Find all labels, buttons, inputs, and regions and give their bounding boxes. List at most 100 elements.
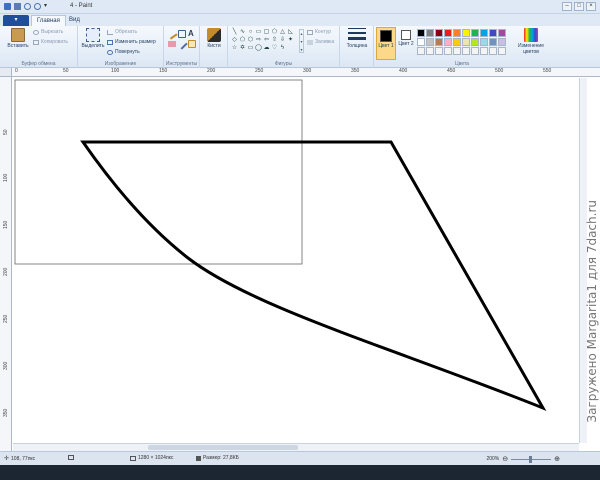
- palette-color-swatch[interactable]: [498, 29, 506, 37]
- five-point-star-shape-icon[interactable]: ☆: [231, 45, 238, 52]
- minimize-button[interactable]: –: [562, 2, 572, 11]
- oval-callout-shape-icon[interactable]: ◯: [255, 45, 262, 52]
- color1-button[interactable]: Цвет 1: [376, 27, 396, 60]
- pencil-icon[interactable]: [166, 28, 178, 40]
- color-picker-icon[interactable]: [176, 38, 188, 50]
- palette-color-swatch[interactable]: [444, 47, 452, 55]
- heart-shape-icon[interactable]: ♡: [271, 45, 278, 52]
- palette-color-swatch[interactable]: [480, 29, 488, 37]
- size-button[interactable]: Толщина: [343, 28, 371, 49]
- six-point-star-shape-icon[interactable]: ✡: [239, 45, 246, 52]
- palette-color-swatch[interactable]: [489, 47, 497, 55]
- palette-color-swatch[interactable]: [480, 38, 488, 46]
- zoom-out-button[interactable]: ⊖: [502, 455, 508, 463]
- palette-color-swatch[interactable]: [462, 47, 470, 55]
- palette-color-swatch[interactable]: [426, 38, 434, 46]
- rotate-button[interactable]: Повернуть: [107, 49, 140, 55]
- zoom-in-button[interactable]: ⊕: [554, 455, 560, 463]
- up-arrow-shape-icon[interactable]: ⇧: [271, 37, 278, 44]
- undo-icon[interactable]: [24, 3, 31, 10]
- zoom-slider[interactable]: [511, 455, 552, 463]
- text-icon[interactable]: A: [188, 30, 196, 38]
- palette-color-swatch[interactable]: [498, 38, 506, 46]
- brushes-button[interactable]: Кисти: [202, 28, 226, 49]
- palette-color-swatch[interactable]: [435, 29, 443, 37]
- magnifier-icon[interactable]: [188, 40, 196, 48]
- rotate-icon: [107, 49, 113, 55]
- file-menu-button[interactable]: ▾: [3, 15, 29, 26]
- customize-quick-access-icon[interactable]: ▾: [44, 3, 51, 10]
- polygon-shape-icon[interactable]: ⬠: [271, 29, 278, 36]
- horizontal-scroll-thumb[interactable]: [148, 445, 298, 450]
- palette-color-swatch[interactable]: [471, 29, 479, 37]
- palette-color-swatch[interactable]: [462, 38, 470, 46]
- copy-button[interactable]: Копировать: [33, 39, 68, 45]
- fill-button[interactable]: Заливка: [307, 39, 334, 45]
- maximize-button[interactable]: □: [574, 2, 584, 11]
- four-point-star-shape-icon[interactable]: ✦: [287, 37, 294, 44]
- edit-colors-button[interactable]: Изменение цветов: [514, 28, 548, 55]
- palette-color-swatch[interactable]: [417, 47, 425, 55]
- oval-shape-icon[interactable]: ○: [247, 29, 254, 36]
- palette-color-swatch[interactable]: [480, 47, 488, 55]
- palette-color-swatch[interactable]: [444, 29, 452, 37]
- palette-color-swatch[interactable]: [489, 38, 497, 46]
- lightning-shape-icon[interactable]: ϟ: [279, 45, 286, 52]
- triangle-shape-icon[interactable]: △: [279, 29, 286, 36]
- shapes-scroll[interactable]: ▴ ▾ ▾: [299, 29, 304, 53]
- palette-color-swatch[interactable]: [471, 38, 479, 46]
- ruler-tick-label: 150: [159, 68, 168, 74]
- tab-home[interactable]: Главная: [31, 15, 66, 26]
- palette-color-swatch[interactable]: [489, 29, 497, 37]
- redo-icon[interactable]: [34, 3, 41, 10]
- cloud-callout-shape-icon[interactable]: ☁: [263, 45, 270, 52]
- watermark-text: Загружено Margarita1 для 7dach.ru: [585, 200, 599, 423]
- hexagon-shape-icon[interactable]: ⬡: [247, 37, 254, 44]
- zoom-slider-thumb[interactable]: [529, 455, 533, 463]
- palette-color-swatch[interactable]: [426, 29, 434, 37]
- color2-button[interactable]: Цвет 2: [397, 27, 415, 60]
- cut-button[interactable]: Вырезать: [33, 29, 63, 35]
- palette-color-swatch[interactable]: [462, 29, 470, 37]
- palette-color-swatch[interactable]: [498, 47, 506, 55]
- save-icon[interactable]: [14, 3, 21, 10]
- right-triangle-shape-icon[interactable]: ◺: [287, 29, 294, 36]
- close-button[interactable]: ×: [586, 2, 596, 11]
- paste-label: Вставить: [7, 43, 29, 49]
- ruler-tick-label: 50: [63, 68, 69, 74]
- palette-color-swatch[interactable]: [444, 38, 452, 46]
- palette-color-swatch[interactable]: [435, 38, 443, 46]
- right-arrow-shape-icon[interactable]: ⇨: [255, 37, 262, 44]
- diamond-shape-icon[interactable]: ◇: [231, 37, 238, 44]
- fill-bucket-icon[interactable]: [178, 30, 186, 38]
- drawing-canvas[interactable]: [13, 78, 579, 443]
- palette-color-swatch[interactable]: [453, 47, 461, 55]
- palette-color-swatch[interactable]: [453, 29, 461, 37]
- paint-app-icon[interactable]: [4, 3, 11, 10]
- rectangle-shape-icon[interactable]: ▭: [255, 29, 262, 36]
- rounded-callout-shape-icon[interactable]: ▭: [247, 45, 254, 52]
- horizontal-scrollbar[interactable]: [13, 443, 579, 451]
- eraser-icon[interactable]: [168, 41, 176, 47]
- pentagon-shape-icon[interactable]: ⬠: [239, 37, 246, 44]
- left-arrow-shape-icon[interactable]: ⇦: [263, 37, 270, 44]
- palette-color-swatch[interactable]: [435, 47, 443, 55]
- crop-button[interactable]: Обрезать: [107, 29, 137, 35]
- palette-color-swatch[interactable]: [453, 38, 461, 46]
- palette-color-swatch[interactable]: [471, 47, 479, 55]
- palette-color-swatch[interactable]: [417, 29, 425, 37]
- palette-color-swatch[interactable]: [417, 38, 425, 46]
- paste-button[interactable]: Вставить: [5, 28, 31, 49]
- line-shape-icon[interactable]: ╲: [231, 29, 238, 36]
- resize-button[interactable]: Изменить размер: [107, 39, 156, 45]
- outline-button[interactable]: Контур: [307, 29, 331, 35]
- select-button[interactable]: Выделить: [80, 28, 106, 49]
- down-arrow-shape-icon[interactable]: ⇩: [279, 37, 286, 44]
- palette-color-swatch[interactable]: [426, 47, 434, 55]
- color-wheel-icon: [524, 28, 538, 42]
- group-brushes: Кисти: [200, 26, 228, 68]
- tab-view[interactable]: Вид: [64, 15, 85, 26]
- save-status-icon: [196, 455, 201, 461]
- curve-shape-icon[interactable]: ∿: [239, 29, 246, 36]
- rounded-rectangle-shape-icon[interactable]: ▢: [263, 29, 270, 36]
